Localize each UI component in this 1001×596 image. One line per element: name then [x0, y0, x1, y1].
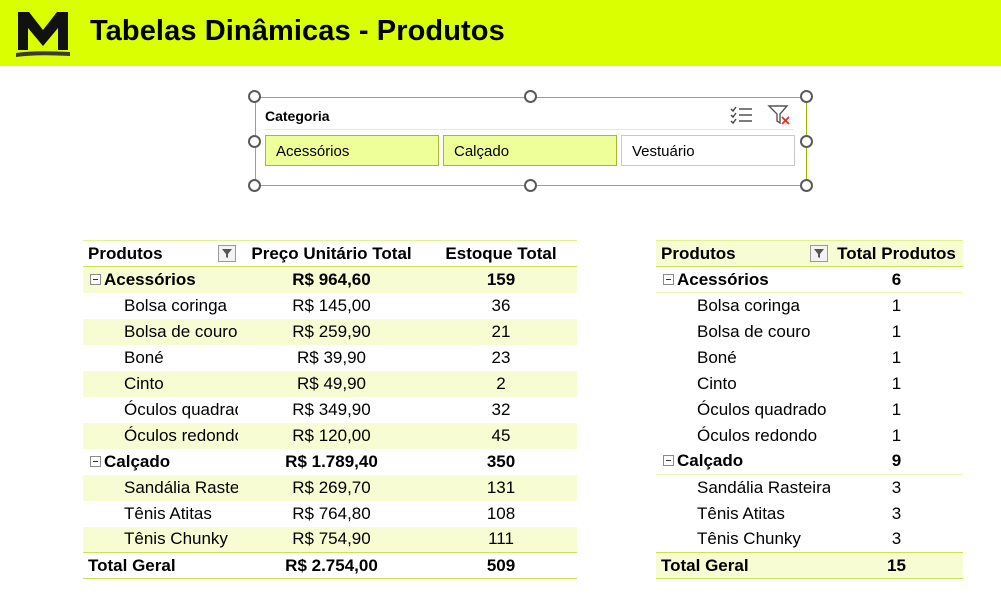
slicer-separator: [264, 129, 794, 130]
filter-funnel-icon: [222, 249, 232, 258]
multi-select-icon[interactable]: [730, 104, 754, 126]
table-header-row: Produtos Preço Unitário Total Estoque To…: [83, 240, 577, 267]
group-label: Acessórios: [104, 269, 196, 289]
resize-handle-bottom-right[interactable]: [800, 179, 813, 192]
header-products: Produtos: [83, 240, 238, 267]
group-label: Calçado: [104, 451, 171, 471]
table-row[interactable]: Calçado R$ 1.789,40 350: [83, 449, 577, 475]
table-row[interactable]: Sandália Rasteira R$ 269,70 131: [83, 474, 577, 501]
table-row[interactable]: Óculos quadrado 1: [656, 397, 963, 423]
table-row[interactable]: Óculos quadrado R$ 349,90 32: [83, 397, 577, 423]
slicer-item-calcado[interactable]: Calçado: [443, 135, 617, 166]
resize-handle-top-left[interactable]: [248, 90, 261, 103]
table-row[interactable]: Óculos redondo 1: [656, 423, 963, 449]
table-row[interactable]: Tênis Chunky 3: [656, 527, 963, 553]
table-row[interactable]: Tênis Chunky R$ 754,90 111: [83, 526, 577, 553]
pivot-table-products: Produtos Preço Unitário Total Estoque To…: [83, 240, 577, 579]
resize-handle-top[interactable]: [524, 90, 537, 103]
clear-filter-icon[interactable]: [767, 103, 793, 127]
pivot-table-product-count: Produtos Total Produtos Acessórios 6 Bol…: [656, 240, 963, 579]
table-row[interactable]: Bolsa coringa R$ 145,00 36: [83, 293, 577, 319]
table-row[interactable]: Óculos redondo R$ 120,00 45: [83, 422, 577, 449]
table-row[interactable]: Bolsa coringa 1: [656, 293, 963, 319]
slicer-item-acessorios[interactable]: Acessórios: [265, 135, 439, 166]
group-label: Acessórios: [677, 269, 769, 289]
table-header-row: Produtos Total Produtos: [656, 240, 963, 267]
table-row[interactable]: Calçado 9: [656, 448, 963, 475]
table-row[interactable]: Cinto R$ 49,90 2: [83, 370, 577, 397]
table-row[interactable]: Bolsa de couro R$ 259,90 21: [83, 318, 577, 345]
table-row[interactable]: Bolsa de couro 1: [656, 319, 963, 345]
resize-handle-left[interactable]: [248, 135, 261, 148]
table-row[interactable]: Sandália Rasteira 3: [656, 475, 963, 501]
slicer-item-vestuario[interactable]: Vestuário: [621, 135, 795, 166]
collapse-icon[interactable]: [663, 273, 674, 285]
table-row[interactable]: Boné 1: [656, 345, 963, 371]
resize-handle-bottom[interactable]: [524, 179, 537, 192]
table-row[interactable]: Cinto 1: [656, 371, 963, 397]
header-stock-total: Estoque Total: [425, 240, 577, 267]
filter-dropdown-button[interactable]: [810, 245, 828, 262]
table-row[interactable]: Acessórios 6: [656, 266, 963, 293]
header-total-products: Total Produtos: [830, 240, 963, 267]
category-slicer[interactable]: Categoria Acessórios Calçado Vestuário: [255, 97, 807, 186]
filter-funnel-icon: [814, 249, 824, 258]
slicer-title: Categoria: [265, 108, 330, 124]
collapse-icon[interactable]: [663, 455, 674, 467]
table-row[interactable]: Tênis Atitas 3: [656, 501, 963, 527]
resize-handle-right[interactable]: [800, 135, 813, 148]
resize-handle-top-right[interactable]: [800, 90, 813, 103]
header-unit-price-total: Preço Unitário Total: [238, 240, 425, 267]
collapse-icon[interactable]: [90, 455, 101, 467]
logo-m-icon: [16, 12, 70, 57]
grand-total-row[interactable]: Total Geral R$ 2.754,00 509: [83, 552, 577, 579]
table-row[interactable]: Boné R$ 39,90 23: [83, 345, 577, 371]
filter-dropdown-button[interactable]: [218, 245, 236, 262]
header-banner: Tabelas Dinâmicas - Produtos: [0, 0, 1001, 66]
grand-total-row[interactable]: Total Geral 15: [656, 552, 963, 579]
page-title: Tabelas Dinâmicas - Produtos: [90, 15, 505, 47]
header-products: Produtos: [656, 240, 830, 267]
collapse-icon[interactable]: [90, 273, 101, 285]
group-label: Calçado: [677, 451, 744, 471]
resize-handle-bottom-left[interactable]: [248, 179, 261, 192]
table-row[interactable]: Acessórios R$ 964,60 159: [83, 266, 577, 293]
table-row[interactable]: Tênis Atitas R$ 764,80 108: [83, 501, 577, 527]
